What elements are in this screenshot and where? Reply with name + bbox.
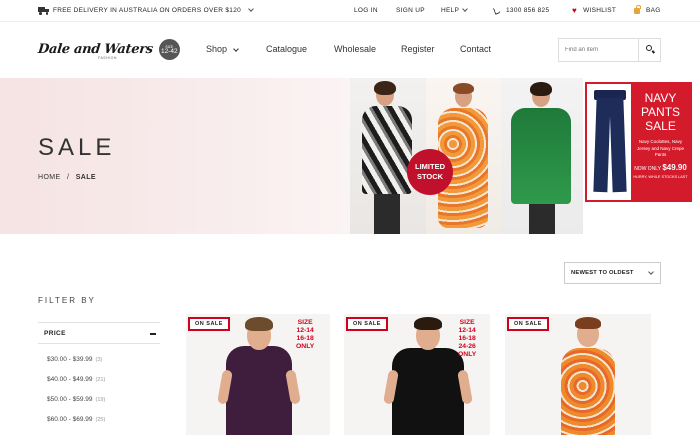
bag-label: BAG [646,7,661,14]
navy-promo-price: NOW ONLY $49.90 [631,163,690,172]
chevron-down-icon [233,45,239,52]
size-callout: SIZE 12-14 16-18 24-26 ONLY [458,319,476,359]
price-count: (19) [95,397,106,403]
navy-title-line-2: PANTS [640,105,681,119]
product-image [392,348,464,435]
product-card[interactable]: ON SALE [505,314,651,435]
nav-register[interactable]: Register [401,44,435,54]
site-logo[interactable]: Dale and Waters FASHION SIZE 12-42 [37,39,180,60]
signup-link[interactable]: SIGN UP [396,7,425,14]
size-badge-value: 12-42 [160,47,178,55]
shopping-bag-icon [634,5,641,14]
product-card[interactable]: ON SALE SIZE 12-14 16-18 ONLY [186,314,330,435]
phone-icon [492,6,502,15]
limited-line-1: LIMITED [415,162,445,171]
navy-promo-title: NAVY PANTS SALE [631,91,690,133]
filter-title: FILTER BY [38,296,96,305]
size-line: 16-18 [296,335,314,342]
on-sale-badge: ON SALE [188,317,230,331]
navy-promo-panel: NAVY PANTS SALE Navy Coolottes, Navy Jer… [631,84,690,200]
navy-promo-description: Navy Coolottes, Navy Jersey and Navy Cre… [636,139,685,157]
top-bar: FREE DELIVERY IN AUSTRALIA ON ORDERS OVE… [0,0,700,22]
price-filter-toggle[interactable]: PRICE [38,322,160,344]
nav-catalogue[interactable]: Catalogue [266,44,307,54]
breadcrumb: HOME / SALE [38,174,96,181]
price-range: $60.00 - $69.99 [47,416,93,423]
sale-hero-banner: SALE HOME / SALE LIMITED STOCK NAVY PANT… [0,78,700,234]
free-delivery-text: FREE DELIVERY IN AUSTRALIA ON ORDERS OVE… [53,7,242,14]
limited-stock-badge: LIMITED STOCK [407,149,453,195]
price-filter-option[interactable]: $50.00 - $59.99 (19) [47,396,105,403]
size-line: SIZE [297,319,313,326]
on-sale-badge: ON SALE [346,317,388,331]
price-range: $30.00 - $39.99 [47,356,93,363]
price-range: $50.00 - $59.99 [47,396,93,403]
search-box [558,38,661,62]
navy-price-prefix: NOW ONLY [634,165,661,172]
product-card[interactable]: ON SALE SIZE 12-14 16-18 24-26 ONLY [344,314,490,435]
size-line: SIZE [459,319,475,326]
heart-icon: ♥ [572,6,578,15]
size-callout: SIZE 12-14 16-18 ONLY [296,319,314,351]
search-icon [646,45,652,51]
product-image [561,348,615,435]
navy-title-line-1: NAVY [644,91,677,105]
nav-contact[interactable]: Contact [460,44,491,54]
limited-line-2: STOCK [416,172,444,181]
navy-pants-image [591,86,631,196]
phone-number: 1300 856 825 [506,7,550,14]
on-sale-badge: ON SALE [507,317,549,331]
chevron-down-icon [248,6,254,12]
price-filter-label: PRICE [44,330,66,337]
truck-icon [38,7,49,15]
size-line: ONLY [296,343,315,350]
search-input[interactable] [559,39,638,61]
login-link[interactable]: LOG IN [354,7,378,14]
price-count: (3) [95,357,103,363]
wishlist-link[interactable]: ♥ WISHLIST [572,6,617,15]
price-filter-option[interactable]: $30.00 - $39.99 (3) [47,356,102,363]
price-count: (21) [95,377,106,383]
sort-select[interactable]: NEWEST TO OLDEST [564,262,661,284]
help-label: HELP [441,7,460,14]
size-line: ONLY [458,351,477,358]
logo-wordmark: Dale and Waters [37,42,154,57]
chevron-down-icon [462,5,469,12]
breadcrumb-home[interactable]: HOME [38,174,61,181]
search-button[interactable] [638,39,660,61]
price-count: (25) [95,417,106,423]
navy-title-line-3: SALE [645,119,676,133]
logo-subtext: FASHION [98,56,117,60]
size-line: 12-14 [458,327,476,334]
navy-promo-hurry: HURRY, WHILE STOCKS LAST [633,174,688,179]
banner-model-photo [501,78,583,234]
price-filter-option[interactable]: $60.00 - $69.99 (25) [47,416,105,423]
price-range: $40.00 - $49.99 [47,376,93,383]
size-line: 24-26 [458,343,476,350]
size-range-badge: SIZE 12-42 [158,39,180,60]
size-line: 16-18 [458,335,476,342]
phone-link[interactable]: 1300 856 825 [492,6,550,15]
collapse-minus-icon [150,333,156,335]
breadcrumb-separator: / [66,174,70,181]
chevron-down-icon [648,269,654,275]
nav-shop-label: Shop [206,44,228,54]
navy-price-value: $49.90 [662,162,687,172]
wishlist-label: WISHLIST [583,7,617,14]
main-header: Dale and Waters FASHION SIZE 12-42 Shop … [0,22,700,78]
sort-selected-value: NEWEST TO OLDEST [571,270,634,276]
page-title: SALE [38,134,116,161]
free-delivery-notice[interactable]: FREE DELIVERY IN AUSTRALIA ON ORDERS OVE… [38,6,254,15]
size-line: 12-14 [296,327,314,334]
help-menu[interactable]: HELP [441,5,469,14]
navy-pants-promo[interactable]: NAVY PANTS SALE Navy Coolottes, Navy Jer… [585,82,692,202]
nav-wholesale[interactable]: Wholesale [334,44,376,54]
product-image [226,346,292,435]
price-filter-option[interactable]: $40.00 - $49.99 (21) [47,376,105,383]
nav-shop[interactable]: Shop [206,44,239,54]
breadcrumb-current: SALE [75,174,96,181]
bag-link[interactable]: BAG [634,5,661,14]
